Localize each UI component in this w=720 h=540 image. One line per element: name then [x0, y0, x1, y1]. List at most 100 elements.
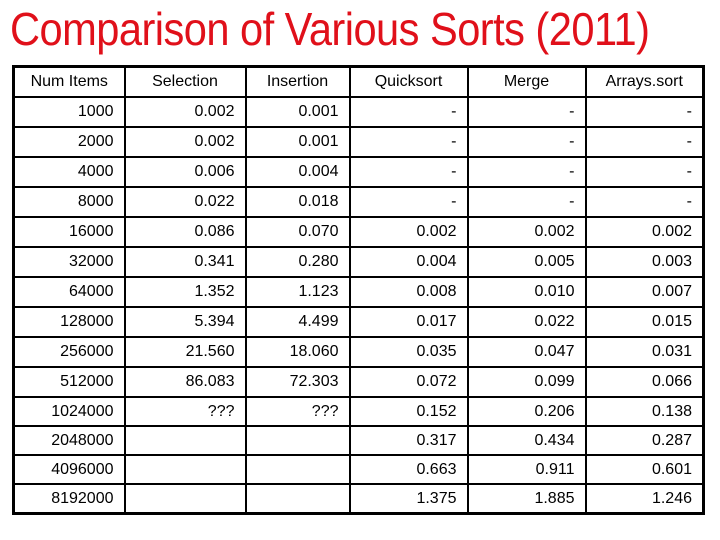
cell-arrays-sort: - — [584, 186, 705, 218]
cell-num-items: 1024000 — [12, 396, 126, 427]
cell-quicksort: 1.375 — [348, 483, 469, 515]
cell-quicksort: 0.072 — [348, 366, 469, 398]
cell-merge: 1.885 — [466, 483, 587, 515]
cell-insertion: 18.060 — [244, 336, 351, 368]
cell-selection: 1.352 — [123, 276, 247, 308]
cell-selection: ??? — [123, 396, 247, 427]
cell-num-items: 8000 — [12, 186, 126, 218]
cell-insertion: 0.004 — [244, 156, 351, 188]
cell-merge: - — [466, 96, 587, 128]
cell-insertion — [244, 483, 351, 515]
cell-quicksort: - — [348, 156, 469, 188]
cell-merge: - — [466, 156, 587, 188]
cell-merge: 0.010 — [466, 276, 587, 308]
cell-insertion: 0.001 — [244, 126, 351, 158]
cell-selection — [123, 425, 247, 456]
column-header-insertion: Insertion — [244, 65, 351, 98]
cell-quicksort: - — [348, 96, 469, 128]
cell-arrays-sort: - — [584, 126, 705, 158]
page-title: Comparison of Various Sorts (2011) — [10, 3, 650, 55]
cell-quicksort: 0.317 — [348, 425, 469, 456]
cell-insertion: 0.018 — [244, 186, 351, 218]
cell-arrays-sort: 0.031 — [584, 336, 705, 368]
cell-merge: 0.005 — [466, 246, 587, 278]
cell-selection: 0.341 — [123, 246, 247, 278]
cell-num-items: 2000 — [12, 126, 126, 158]
table-row: 32000 0.341 0.280 0.004 0.005 0.003 — [12, 246, 705, 278]
cell-selection: 21.560 — [123, 336, 247, 368]
column-header-arrays-sort: Arrays.sort — [584, 65, 705, 98]
cell-num-items: 1000 — [12, 96, 126, 128]
cell-num-items: 4000 — [12, 156, 126, 188]
cell-selection: 0.002 — [123, 96, 247, 128]
column-header-quicksort: Quicksort — [348, 65, 469, 98]
cell-insertion: 0.280 — [244, 246, 351, 278]
cell-insertion — [244, 454, 351, 485]
table-row: 64000 1.352 1.123 0.008 0.010 0.007 — [12, 276, 705, 308]
table-row: 16000 0.086 0.070 0.002 0.002 0.002 — [12, 216, 705, 248]
cell-arrays-sort: 0.138 — [584, 396, 705, 427]
cell-num-items: 4096000 — [12, 454, 126, 485]
cell-arrays-sort: 0.601 — [584, 454, 705, 485]
cell-arrays-sort: - — [584, 96, 705, 128]
table-row: 2000 0.002 0.001- - - — [12, 126, 705, 158]
cell-quicksort: 0.663 — [348, 454, 469, 485]
cell-num-items: 128000 — [12, 306, 126, 338]
cell-arrays-sort: 0.287 — [584, 425, 705, 456]
cell-num-items: 16000 — [12, 216, 126, 248]
cell-quicksort: 0.152 — [348, 396, 469, 427]
sort-comparison-table: Num Items Selection Insertion Quicksort … — [12, 65, 705, 515]
cell-merge: 0.206 — [466, 396, 587, 427]
table-row: 4000 0.006 0.004- - - — [12, 156, 705, 188]
cell-num-items: 8192000 — [12, 483, 126, 515]
column-header-num-items: Num Items — [12, 65, 126, 98]
cell-num-items: 256000 — [12, 336, 126, 368]
table-row: 2048000 0.317 0.434 0.287 — [12, 425, 705, 456]
cell-arrays-sort: 0.066 — [584, 366, 705, 398]
cell-insertion: 0.001 — [244, 96, 351, 128]
cell-quicksort: - — [348, 126, 469, 158]
cell-merge: - — [466, 126, 587, 158]
cell-arrays-sort: 0.007 — [584, 276, 705, 308]
table-row: 512000 86.083 72.303 0.072 0.099 0.066 — [12, 366, 705, 398]
cell-arrays-sort: 1.246 — [584, 483, 705, 515]
cell-arrays-sort: 0.002 — [584, 216, 705, 248]
cell-arrays-sort: 0.003 — [584, 246, 705, 278]
cell-num-items: 32000 — [12, 246, 126, 278]
cell-arrays-sort: - — [584, 156, 705, 188]
cell-quicksort: - — [348, 186, 469, 218]
cell-merge: 0.434 — [466, 425, 587, 456]
cell-selection: 0.022 — [123, 186, 247, 218]
table-row: 128000 5.394 4.499 0.017 0.022 0.015 — [12, 306, 705, 338]
table-row: 4096000 0.663 0.911 0.601 — [12, 454, 705, 485]
cell-selection: 5.394 — [123, 306, 247, 338]
cell-quicksort: 0.002 — [348, 216, 469, 248]
cell-merge: - — [466, 186, 587, 218]
cell-merge: 0.911 — [466, 454, 587, 485]
column-header-merge: Merge — [466, 65, 587, 98]
cell-arrays-sort: 0.015 — [584, 306, 705, 338]
cell-num-items: 64000 — [12, 276, 126, 308]
table-row: 8000 0.022 0.018- - - — [12, 186, 705, 218]
cell-insertion: 1.123 — [244, 276, 351, 308]
cell-insertion: 72.303 — [244, 366, 351, 398]
cell-quicksort: 0.035 — [348, 336, 469, 368]
cell-num-items: 512000 — [12, 366, 126, 398]
header-row: Num Items Selection Insertion Quicksort … — [12, 65, 705, 98]
cell-insertion: ??? — [244, 396, 351, 427]
table-row: 8192000 1.375 1.885 1.246 — [12, 483, 705, 515]
cell-selection: 0.002 — [123, 126, 247, 158]
cell-insertion: 4.499 — [244, 306, 351, 338]
table-row: 1000 0.002 0.001- - - — [12, 96, 705, 128]
table-row: 256000 21.560 18.060 0.035 0.047 0.031 — [12, 336, 705, 368]
cell-selection: 0.086 — [123, 216, 247, 248]
cell-merge: 0.002 — [466, 216, 587, 248]
cell-quicksort: 0.004 — [348, 246, 469, 278]
cell-quicksort: 0.017 — [348, 306, 469, 338]
cell-quicksort: 0.008 — [348, 276, 469, 308]
cell-selection — [123, 483, 247, 515]
cell-selection: 0.006 — [123, 156, 247, 188]
cell-selection — [123, 454, 247, 485]
cell-insertion: 0.070 — [244, 216, 351, 248]
cell-num-items: 2048000 — [12, 425, 126, 456]
